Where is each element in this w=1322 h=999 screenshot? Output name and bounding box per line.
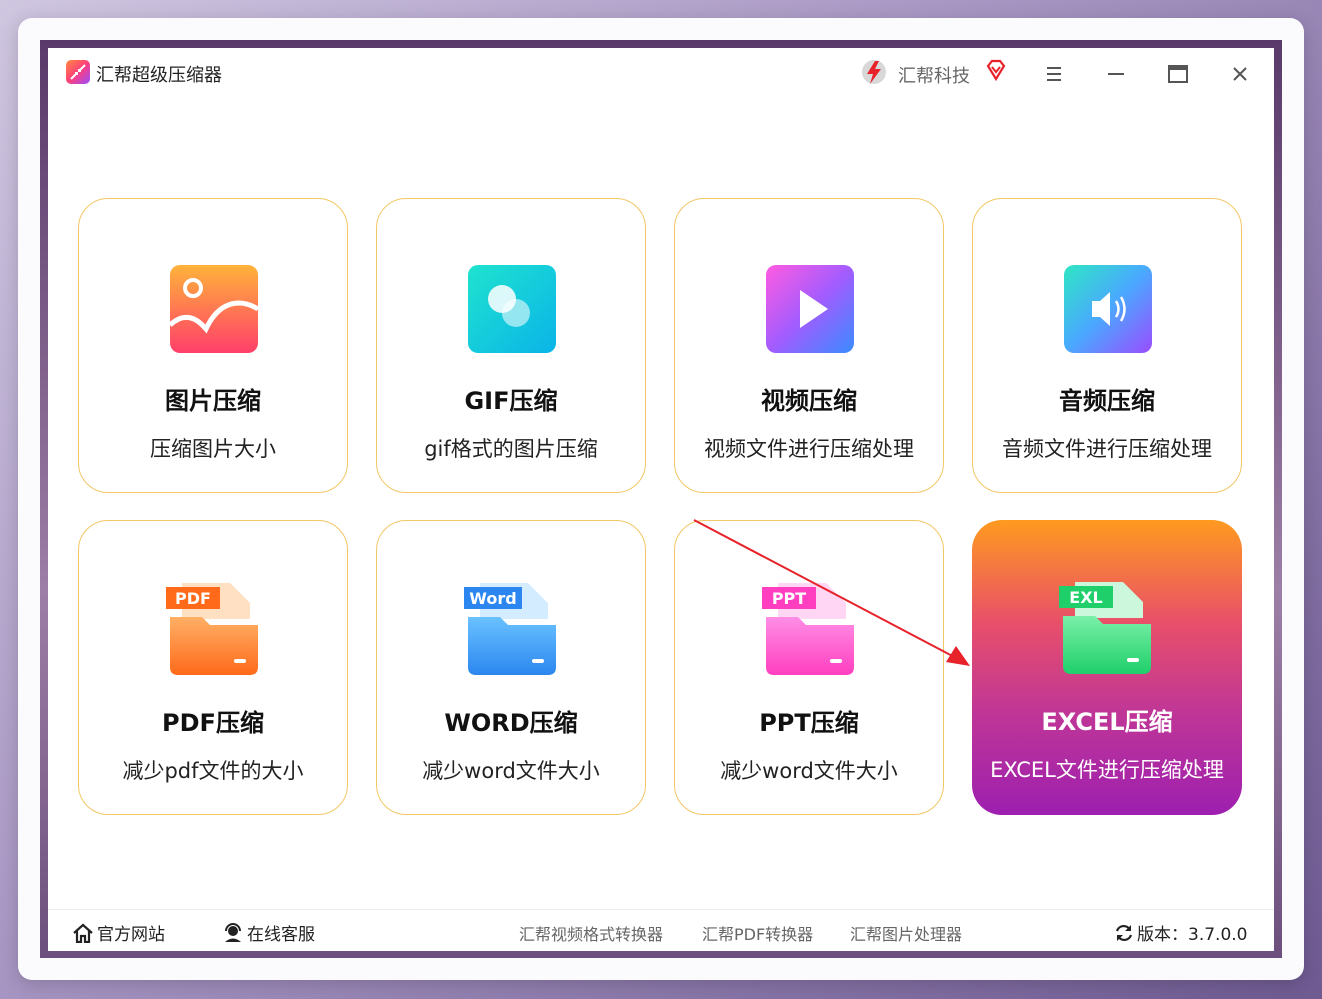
footer-bar: 官方网站 在线客服 汇帮视频格式转换器 汇帮PDF转换器 汇帮图片处理器 版本：…	[48, 909, 1274, 951]
card-pdf-compress[interactable]: PDF PDF压缩 减少pdf文件的大小	[78, 520, 348, 815]
image-icon	[168, 265, 260, 353]
card-title: PDF压缩	[162, 709, 264, 737]
word-folder-icon: Word	[464, 583, 556, 675]
card-desc: EXCEL文件进行压缩处理	[990, 758, 1224, 782]
card-title: EXCEL压缩	[1041, 708, 1173, 736]
card-desc: 减少pdf文件的大小	[122, 759, 304, 783]
card-video-compress[interactable]: 视频压缩 视频文件进行压缩处理	[674, 198, 944, 493]
ppt-folder-icon: PPT	[762, 583, 854, 675]
link-image-processor[interactable]: 汇帮图片处理器	[850, 921, 962, 945]
online-service-link[interactable]: 在线客服	[222, 920, 315, 945]
card-title: WORD压缩	[444, 709, 578, 737]
card-desc: 减少word文件大小	[422, 759, 600, 783]
card-desc: 减少word文件大小	[720, 759, 898, 783]
version-label: 版本：3.7.0.0	[1137, 925, 1248, 945]
menu-icon[interactable]	[1042, 62, 1066, 86]
card-gif-compress[interactable]: GIF压缩 gif格式的图片压缩	[376, 198, 646, 493]
card-title: PPT压缩	[759, 709, 859, 737]
video-play-icon	[766, 265, 854, 353]
ppt-badge: PPT	[772, 589, 806, 608]
card-title: 视频压缩	[761, 387, 857, 415]
card-desc: gif格式的图片压缩	[424, 437, 598, 461]
card-title: 图片压缩	[165, 387, 261, 415]
minimize-icon[interactable]	[1104, 62, 1128, 86]
home-icon	[73, 923, 93, 943]
title-bar: 汇帮超级压缩器 汇帮科技	[48, 48, 1274, 100]
close-icon[interactable]	[1228, 62, 1252, 86]
version-info[interactable]: 版本：3.7.0.0	[1114, 920, 1247, 945]
card-desc: 视频文件进行压缩处理	[704, 437, 914, 461]
card-excel-compress[interactable]: EXL EXCEL压缩 EXCEL文件进行压缩处理	[972, 520, 1242, 815]
app-logo-icon	[66, 60, 90, 84]
card-desc: 音频文件进行压缩处理	[1002, 437, 1212, 461]
card-title: 音频压缩	[1059, 387, 1155, 415]
excel-folder-icon: EXL	[1059, 582, 1151, 674]
pdf-badge: PDF	[175, 589, 211, 608]
link-pdf-converter[interactable]: 汇帮PDF转换器	[702, 921, 813, 945]
audio-speaker-icon	[1064, 265, 1152, 353]
pdf-folder-icon: PDF	[166, 583, 258, 675]
excel-badge: EXL	[1069, 588, 1102, 607]
link-video-converter[interactable]: 汇帮视频格式转换器	[519, 921, 663, 945]
official-website-label: 官方网站	[97, 925, 165, 945]
brand-logo-icon	[862, 60, 886, 84]
word-badge: Word	[469, 589, 516, 608]
card-desc: 压缩图片大小	[150, 437, 276, 461]
maximize-icon[interactable]	[1166, 62, 1190, 86]
brand-name: 汇帮科技	[898, 66, 970, 87]
card-word-compress[interactable]: Word WORD压缩 减少word文件大小	[376, 520, 646, 815]
gif-icon	[468, 265, 556, 353]
card-ppt-compress[interactable]: PPT PPT压缩 减少word文件大小	[674, 520, 944, 815]
card-audio-compress[interactable]: 音频压缩 音频文件进行压缩处理	[972, 198, 1242, 493]
card-image-compress[interactable]: 图片压缩 压缩图片大小	[78, 198, 348, 493]
app-window: 汇帮超级压缩器 汇帮科技 图片压缩 压缩图片大小 GIF压缩 gif格式的图片压…	[48, 48, 1274, 951]
refresh-icon	[1115, 924, 1133, 942]
card-title: GIF压缩	[464, 387, 558, 415]
official-website-link[interactable]: 官方网站	[72, 920, 165, 945]
app-title: 汇帮超级压缩器	[96, 65, 222, 86]
vip-diamond-icon[interactable]	[984, 58, 1008, 82]
customer-service-icon	[225, 923, 241, 942]
online-service-label: 在线客服	[247, 925, 315, 945]
